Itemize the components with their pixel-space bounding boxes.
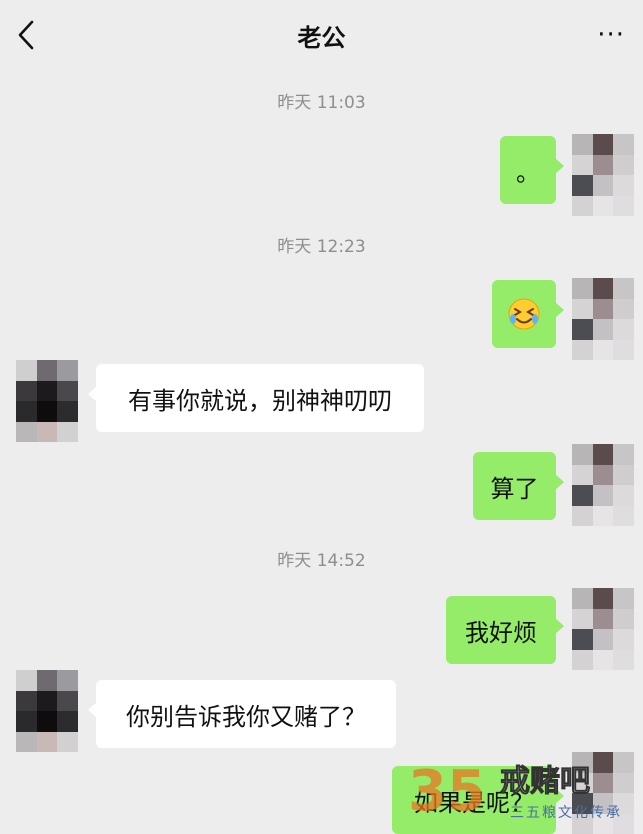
watermark-logo-number: 35: [408, 759, 486, 824]
watermark-slogan: 三五粮文化传承: [510, 805, 622, 821]
my-avatar[interactable]: [572, 588, 634, 670]
contact-avatar[interactable]: [16, 360, 78, 442]
contact-message-bubble[interactable]: 有事你就说，别神神叨叨: [88, 364, 424, 432]
contact-message-bubble[interactable]: 你别告诉我你又赌了？: [88, 680, 396, 748]
my-avatar[interactable]: [572, 278, 634, 360]
timestamp: 昨天 12:23: [277, 237, 366, 257]
watermark: 35 戒赌吧 三五粮文化传承: [404, 756, 629, 828]
my-message-bubble[interactable]: [492, 280, 564, 348]
my-message-bubble[interactable]: 算了: [473, 452, 564, 520]
my-avatar[interactable]: [572, 444, 634, 526]
chat-header: 老公 ···: [0, 0, 643, 70]
contact-avatar[interactable]: [16, 670, 78, 752]
watermark-name: 戒赌吧: [500, 764, 591, 800]
my-message-bubble[interactable]: 我好烦: [446, 596, 564, 664]
crying-squint-emoji-icon: [508, 298, 540, 330]
more-options-icon[interactable]: ···: [597, 20, 625, 50]
timestamp: 昨天 11:03: [277, 93, 366, 113]
my-message-bubble[interactable]: 。: [500, 136, 564, 204]
timestamp: 昨天 14:52: [277, 551, 366, 571]
chat-title: 老公: [297, 24, 346, 52]
watermark-logo: 35: [408, 759, 486, 824]
my-avatar[interactable]: [572, 134, 634, 216]
